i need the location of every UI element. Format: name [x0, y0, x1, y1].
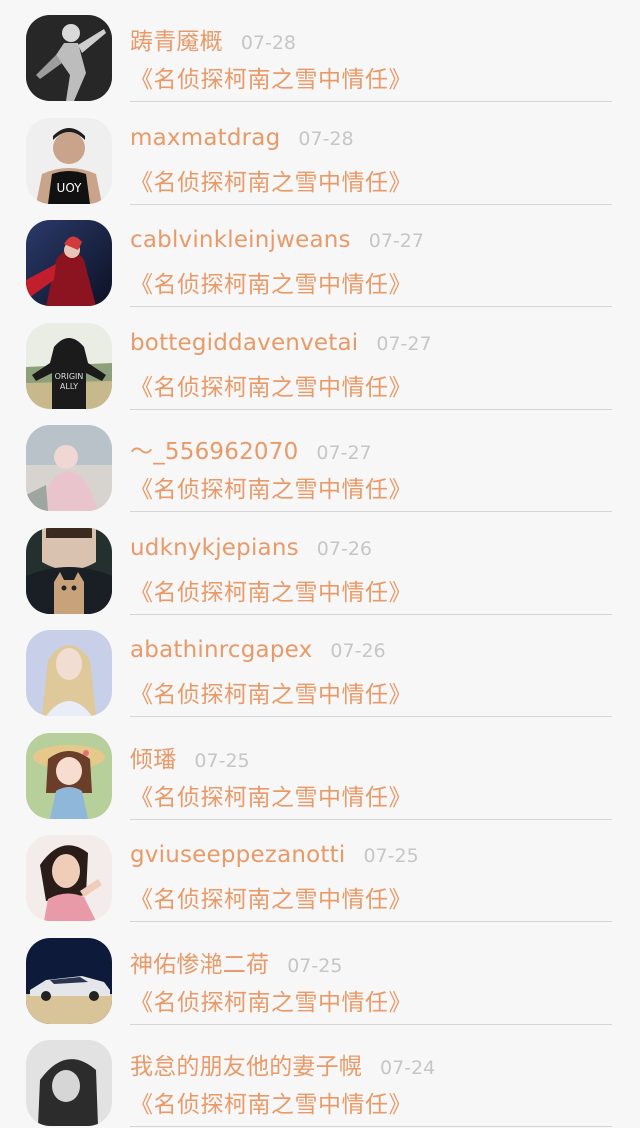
- svg-text:UOY: UOY: [57, 181, 83, 195]
- user-name[interactable]: 踌青魇概: [130, 22, 223, 56]
- list-item[interactable]: 神佑惨滟二荷 07-25 《名侦探柯南之雪中情任》: [0, 923, 640, 1026]
- svg-text:ALLY: ALLY: [60, 382, 78, 391]
- avatar-sports-car-icon: [26, 937, 112, 1024]
- post-date: 07-28: [298, 127, 354, 150]
- post-date: 07-27: [316, 442, 372, 464]
- avatar-man-tanktop-icon: UOY: [26, 117, 112, 204]
- user-name[interactable]: cablvinkleinjweans: [130, 227, 351, 253]
- svg-text:ORIGIN: ORIGIN: [55, 372, 84, 381]
- post-date: 07-25: [194, 749, 250, 772]
- post-date: 07-27: [376, 332, 432, 355]
- avatar[interactable]: ORIGIN ALLY: [26, 322, 112, 409]
- avatar[interactable]: [26, 527, 112, 614]
- movie-title[interactable]: 《名侦探柯南之雪中情任》: [130, 675, 412, 709]
- movie-title[interactable]: 《名侦探柯南之雪中情任》: [130, 163, 412, 197]
- avatar[interactable]: [26, 220, 112, 306]
- avatar-anime-girl-icon: [26, 732, 112, 819]
- list-item[interactable]: 倾璠 07-25 《名侦探柯南之雪中情任》: [0, 718, 640, 821]
- avatar-pastel-blur-icon: [26, 425, 112, 511]
- list-item[interactable]: 〜_556962070 07-27 《名侦探柯南之雪中情任》: [0, 410, 640, 513]
- list-item[interactable]: udknykjepians 07-26 《名侦探柯南之雪中情任》: [0, 513, 640, 616]
- post-date: 07-25: [363, 845, 419, 867]
- movie-title[interactable]: 《名侦探柯南之雪中情任》: [130, 470, 412, 504]
- avatar-fantasy-red-icon: [26, 220, 112, 306]
- list-item[interactable]: 踌青魇概 07-28 《名侦探柯南之雪中情任》: [0, 0, 640, 103]
- movie-title[interactable]: 《名侦探柯南之雪中情任》: [130, 983, 412, 1017]
- avatar[interactable]: [26, 425, 112, 511]
- avatar[interactable]: [26, 15, 112, 101]
- movie-title[interactable]: 《名侦探柯南之雪中情任》: [130, 60, 412, 94]
- post-date: 07-27: [368, 230, 424, 252]
- list-item[interactable]: abathinrcgapex 07-26 《名侦探柯南之雪中情任》: [0, 615, 640, 718]
- movie-title[interactable]: 《名侦探柯南之雪中情任》: [130, 778, 412, 812]
- avatar-hoodie-back-icon: ORIGIN ALLY: [26, 322, 112, 409]
- post-date: 07-26: [316, 537, 373, 560]
- avatar-woman-portrait-icon: [26, 835, 112, 921]
- user-name[interactable]: bottegiddavenvetai: [130, 330, 358, 356]
- user-name[interactable]: abathinrcgapex: [130, 637, 312, 663]
- avatar[interactable]: [26, 1040, 112, 1126]
- avatar-boy-kitten-icon: [26, 527, 112, 614]
- avatar[interactable]: [26, 732, 112, 819]
- user-name[interactable]: gviuseeppezanotti: [130, 842, 345, 868]
- list-item[interactable]: gviuseeppezanotti 07-25 《名侦探柯南之雪中情任》: [0, 820, 640, 923]
- post-date: 07-28: [240, 32, 297, 54]
- user-name[interactable]: udknykjepians: [130, 535, 299, 561]
- post-date: 07-24: [380, 1057, 436, 1079]
- avatar-dancer-bw-icon: [26, 15, 112, 101]
- movie-title[interactable]: 《名侦探柯南之雪中情任》: [130, 573, 412, 607]
- user-name[interactable]: 我怠的朋友他的妻子幌: [130, 1047, 362, 1081]
- list-item[interactable]: cablvinkleinjweans 07-27 《名侦探柯南之雪中情任》: [0, 205, 640, 308]
- post-date: 07-25: [287, 954, 343, 977]
- movie-title[interactable]: 《名侦探柯南之雪中情任》: [130, 880, 412, 914]
- avatar[interactable]: [26, 937, 112, 1024]
- list-item[interactable]: UOY maxmatdrag 07-28 《名侦探柯南之雪中情任》: [0, 103, 640, 206]
- user-name[interactable]: 倾璠: [130, 740, 176, 774]
- avatar[interactable]: [26, 835, 112, 921]
- avatar[interactable]: UOY: [26, 117, 112, 204]
- movie-title[interactable]: 《名侦探柯南之雪中情任》: [130, 1085, 412, 1119]
- avatar-girl-bw-icon: [26, 1040, 112, 1126]
- avatar-blonde-girl-icon: [26, 630, 112, 716]
- movie-title[interactable]: 《名侦探柯南之雪中情任》: [130, 265, 412, 299]
- list-item[interactable]: 我怠的朋友他的妻子幌 07-24 《名侦探柯南之雪中情任》: [0, 1025, 640, 1128]
- avatar[interactable]: [26, 630, 112, 716]
- post-date: 07-26: [330, 640, 386, 662]
- notification-list: 踌青魇概 07-28 《名侦探柯南之雪中情任》 UOY maxmatdrag 0…: [0, 0, 640, 1127]
- user-name[interactable]: 〜_556962070: [130, 432, 298, 466]
- list-item[interactable]: ORIGIN ALLY bottegiddavenvetai 07-27 《名侦…: [0, 308, 640, 411]
- user-name[interactable]: 神佑惨滟二荷: [130, 945, 269, 979]
- movie-title[interactable]: 《名侦探柯南之雪中情任》: [130, 368, 412, 402]
- user-name[interactable]: maxmatdrag: [130, 125, 280, 151]
